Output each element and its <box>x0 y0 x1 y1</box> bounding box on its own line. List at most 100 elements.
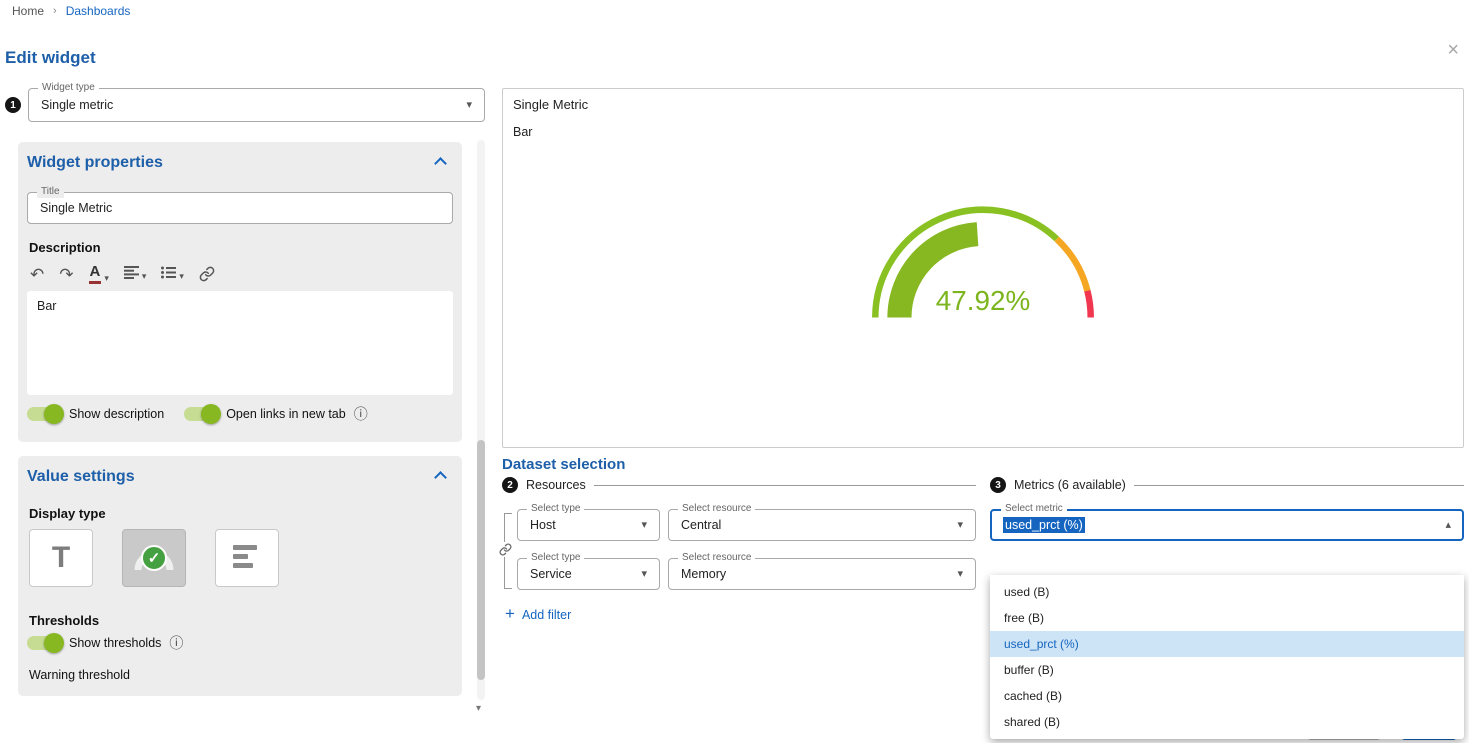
undo-icon[interactable]: ↶ <box>30 266 44 283</box>
resources-label-row: 2 Resources <box>502 477 976 493</box>
chevron-down-icon: ▾ <box>104 273 109 284</box>
widget-preview: Single Metric Bar 47.92% <box>502 88 1464 448</box>
text-display-icon: T <box>52 541 70 575</box>
display-type-text-button[interactable]: T <box>29 529 93 587</box>
scrollbar[interactable]: ▾ <box>477 140 485 700</box>
resource-select[interactable]: Select resource Central ▾ <box>668 509 976 541</box>
warning-threshold-label: Warning threshold <box>29 668 453 682</box>
plus-icon: + <box>505 605 515 622</box>
thresholds-label: Thresholds <box>29 613 453 628</box>
breadcrumb-dashboards-link[interactable]: Dashboards <box>66 4 131 18</box>
widget-type-row: 1 Widget type Single metric ▾ <box>5 88 485 122</box>
show-thresholds-label: Show thresholds <box>69 636 161 650</box>
metric-dropdown-menu: used (B) free (B) used_prct (%) buffer (… <box>990 575 1464 739</box>
metric-option-selected[interactable]: used_prct (%) <box>990 631 1464 657</box>
thresholds-toggle-row: Show thresholds ⓘ <box>27 636 453 650</box>
chevron-down-icon: ▾ <box>957 520 963 531</box>
display-type-gauge-button[interactable]: ✓ <box>122 529 186 587</box>
list-button[interactable]: ▾ <box>161 266 184 282</box>
widget-type-select[interactable]: Widget type Single metric ▾ <box>28 88 485 122</box>
title-input[interactable]: Title Single Metric <box>27 192 453 224</box>
display-type-bar-button[interactable] <box>215 529 279 587</box>
chevron-down-icon: ▾ <box>957 569 963 580</box>
metric-option[interactable]: used (B) <box>990 579 1464 605</box>
chevron-down-icon: ▾ <box>179 271 184 282</box>
selected-check-icon: ✓ <box>141 545 167 571</box>
toggle-thumb <box>44 404 64 424</box>
description-textarea[interactable]: Bar <box>27 291 453 395</box>
step-1-badge: 1 <box>5 97 21 113</box>
resource-value: Memory <box>681 567 726 581</box>
select-metric-label: Select metric <box>1001 503 1067 515</box>
select-metric-input[interactable]: Select metric used_prct (%) ▴ <box>990 509 1464 541</box>
breadcrumb-home-link[interactable]: Home <box>12 4 44 18</box>
text-color-icon: A <box>89 264 102 284</box>
gauge-chart: 47.92% <box>853 189 1113 329</box>
metrics-section: 3 Metrics (6 available) Select metric us… <box>990 477 1464 541</box>
resource-select[interactable]: Select resource Memory ▾ <box>668 558 976 590</box>
show-thresholds-toggle[interactable] <box>27 636 61 650</box>
resource-type-select[interactable]: Select type Service ▾ <box>517 558 660 590</box>
text-color-button[interactable]: A ▾ <box>89 264 109 284</box>
page-title: Edit widget <box>5 48 96 68</box>
align-button[interactable]: ▾ <box>124 266 147 282</box>
open-links-label: Open links in new tab <box>226 407 346 421</box>
select-metric-value: used_prct (%) <box>1003 517 1085 533</box>
value-settings-header: Value settings <box>27 468 453 486</box>
resource-value: Central <box>681 518 721 532</box>
chevron-down-icon: ▾ <box>142 271 147 282</box>
show-description-toggle[interactable] <box>27 407 61 421</box>
collapse-chevron-icon[interactable] <box>434 471 447 484</box>
metric-option[interactable]: buffer (B) <box>990 657 1464 683</box>
info-icon[interactable]: ⓘ <box>169 636 183 650</box>
edit-widget-form: 1 Widget type Single metric ▾ Widget pro… <box>5 88 485 710</box>
metrics-label-row: 3 Metrics (6 available) <box>990 477 1464 493</box>
collapse-chevron-icon[interactable] <box>434 157 447 170</box>
chevron-up-icon: ▴ <box>1445 520 1451 531</box>
dataset-selection-heading: Dataset selection <box>502 456 625 473</box>
toggle-thumb <box>44 633 64 653</box>
preview-description: Bar <box>513 125 1453 139</box>
redo-icon[interactable]: ↷ <box>59 266 73 283</box>
metric-option[interactable]: cached (B) <box>990 683 1464 709</box>
widget-properties-heading: Widget properties <box>27 154 163 172</box>
link-icon[interactable] <box>199 266 215 282</box>
value-settings-panel: Value settings Display type T ✓ Threshol… <box>18 456 462 696</box>
resource-type-select[interactable]: Select type Host ▾ <box>517 509 660 541</box>
section-divider-line <box>594 485 976 486</box>
gauge-scale-warning-arc <box>1057 239 1088 291</box>
metric-option[interactable]: shared (B) <box>990 709 1464 735</box>
info-icon[interactable]: ⓘ <box>354 407 368 421</box>
list-icon <box>161 266 176 282</box>
chevron-down-icon: ▾ <box>641 520 647 531</box>
display-type-label: Display type <box>29 506 453 521</box>
breadcrumb: Home › Dashboards <box>12 4 130 18</box>
select-type-label: Select type <box>527 503 584 515</box>
widget-type-value: Single metric <box>41 98 113 112</box>
widget-properties-panel: Widget properties Title Single Metric De… <box>18 142 462 442</box>
host-service-link-icon <box>497 542 514 557</box>
resource-type-value: Host <box>530 518 556 532</box>
scroll-down-icon[interactable]: ▾ <box>476 703 481 714</box>
resources-section: 2 Resources Select type Host ▾ Select re… <box>502 477 976 622</box>
select-resource-label: Select resource <box>678 552 755 564</box>
close-icon[interactable]: × <box>1447 40 1459 60</box>
add-filter-button[interactable]: + Add filter <box>505 607 976 622</box>
resources-label: Resources <box>526 478 586 492</box>
widget-type-label: Widget type <box>38 82 99 94</box>
widget-properties-header: Widget properties <box>27 154 453 172</box>
toggle-thumb <box>201 404 221 424</box>
title-input-label: Title <box>37 186 64 198</box>
description-label: Description <box>29 240 453 255</box>
chevron-down-icon: ▾ <box>641 569 647 580</box>
scrollbar-thumb[interactable] <box>477 440 485 680</box>
value-settings-heading: Value settings <box>27 468 135 486</box>
resource-row: Select type Host ▾ Select resource Centr… <box>517 509 976 541</box>
select-resource-label: Select resource <box>678 503 755 515</box>
step-2-badge: 2 <box>502 477 518 493</box>
metrics-label: Metrics (6 available) <box>1014 478 1126 492</box>
resource-rows: Select type Host ▾ Select resource Centr… <box>517 509 976 590</box>
metric-option[interactable]: free (B) <box>990 605 1464 631</box>
rich-text-toolbar: ↶ ↷ A ▾ ▾ ▾ <box>30 263 453 285</box>
open-links-toggle[interactable] <box>184 407 218 421</box>
